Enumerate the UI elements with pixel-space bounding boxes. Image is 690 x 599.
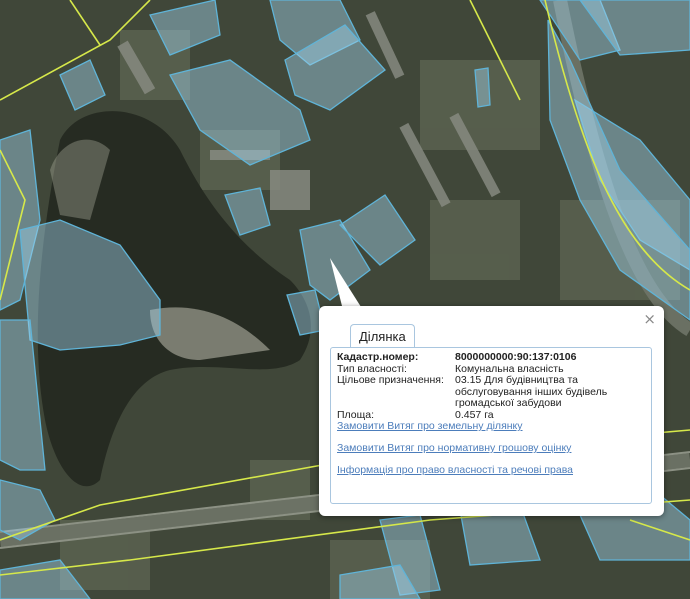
field-value: 8000000000:90:137:0106 bbox=[455, 351, 577, 363]
order-land-extract-link[interactable]: Замовити Витяг про земельну ділянку bbox=[337, 420, 523, 432]
field-value: 03.15 Для будівництва та обслуговування … bbox=[455, 374, 608, 409]
field-label: Кадастр.номер: bbox=[337, 351, 419, 363]
parcel-info-panel: Кадастр.номер: 8000000000:90:137:0106 Ти… bbox=[330, 347, 652, 504]
field-purpose: Цільове призначення: 03.15 Для будівницт… bbox=[337, 374, 647, 410]
parcel-fields: Кадастр.номер: 8000000000:90:137:0106 Ти… bbox=[337, 351, 647, 421]
field-label: Цільове призначення: bbox=[337, 374, 444, 386]
tab-parcel[interactable]: Ділянка bbox=[350, 324, 415, 347]
field-cadastral-number: Кадастр.номер: 8000000000:90:137:0106 bbox=[337, 351, 647, 364]
order-valuation-extract-link[interactable]: Замовити Витяг про нормативну грошову оц… bbox=[337, 442, 571, 454]
parcel-popup: × Ділянка Кадастр.номер: 8000000000:90:1… bbox=[319, 306, 664, 516]
ownership-info-link[interactable]: Інформація про право власності та речові… bbox=[337, 464, 573, 476]
close-icon[interactable]: × bbox=[643, 310, 656, 328]
